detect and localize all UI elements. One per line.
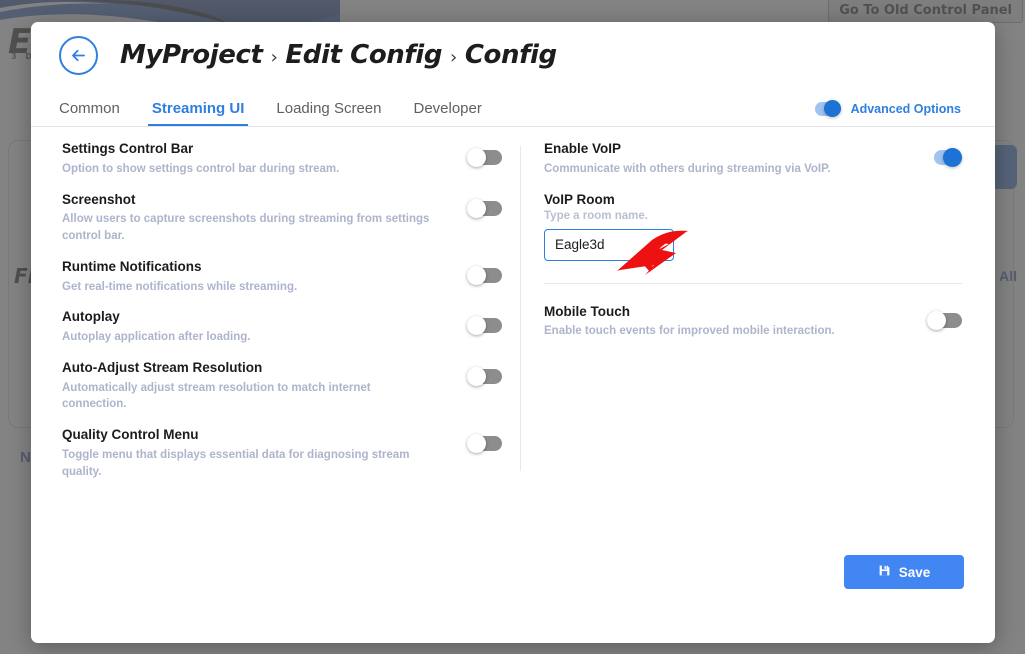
setting-description: Get real-time notifications while stream…	[62, 279, 297, 296]
floppy-disk-icon	[878, 564, 891, 580]
setting-description: Autoplay application after loading.	[62, 329, 251, 346]
tab-streaming-ui[interactable]: Streaming UI	[152, 100, 245, 126]
toggle-knob	[467, 148, 486, 167]
section-divider	[544, 283, 962, 284]
setting-settings-control-bar: Settings Control Bar Option to show sett…	[62, 141, 502, 178]
breadcrumb-item-config: Config	[465, 40, 557, 70]
modal-body: Settings Control Bar Option to show sett…	[31, 127, 995, 608]
breadcrumb-item-edit-config[interactable]: Edit Config	[285, 40, 442, 70]
setting-screenshot: Screenshot Allow users to capture screen…	[62, 192, 502, 245]
advanced-options-toggle[interactable]	[809, 101, 842, 117]
setting-description: Allow users to capture screenshots durin…	[62, 211, 437, 244]
setting-description: Toggle menu that displays essential data…	[62, 447, 437, 480]
screenshot-toggle[interactable]	[467, 200, 502, 217]
setting-title: Auto-Adjust Stream Resolution	[62, 360, 437, 377]
modal-footer: Save	[31, 547, 995, 643]
arrow-left-icon	[69, 46, 88, 65]
setting-title: Mobile Touch	[544, 304, 835, 321]
advanced-options-control[interactable]: Advanced Options	[809, 101, 961, 117]
setting-description: Communicate with others during streaming…	[544, 161, 831, 178]
save-button[interactable]: Save	[844, 555, 964, 589]
left-settings-column: Settings Control Bar Option to show sett…	[62, 141, 502, 494]
settings-control-bar-toggle[interactable]	[467, 149, 502, 166]
back-button[interactable]	[59, 36, 98, 75]
setting-title: Autoplay	[62, 309, 251, 326]
setting-autoplay: Autoplay Autoplay application after load…	[62, 309, 502, 346]
setting-auto-adjust-stream-resolution: Auto-Adjust Stream Resolution Automatica…	[62, 360, 502, 413]
toggle-knob	[467, 199, 486, 218]
save-button-label: Save	[899, 565, 931, 580]
setting-enable-voip: Enable VoIP Communicate with others duri…	[544, 141, 962, 178]
toggle-knob	[927, 311, 946, 330]
setting-title: Screenshot	[62, 192, 437, 209]
setting-title: Runtime Notifications	[62, 259, 297, 276]
tab-developer[interactable]: Developer	[413, 100, 481, 126]
enable-voip-toggle[interactable]	[927, 149, 962, 166]
setting-title: Enable VoIP	[544, 141, 831, 158]
voip-room-label: VoIP Room	[544, 192, 962, 207]
right-settings-column: Enable VoIP Communicate with others duri…	[544, 141, 962, 354]
modal-header: MyProject › Edit Config › Config	[31, 22, 995, 88]
edit-config-modal: MyProject › Edit Config › Config Common …	[31, 22, 995, 643]
tab-bar: Common Streaming UI Loading Screen Devel…	[31, 88, 995, 127]
breadcrumb: MyProject › Edit Config › Config	[120, 40, 557, 70]
voip-room-hint: Type a room name.	[544, 210, 962, 222]
mobile-touch-toggle[interactable]	[927, 312, 962, 329]
quality-control-menu-toggle[interactable]	[467, 435, 502, 452]
setting-title: Settings Control Bar	[62, 141, 339, 158]
auto-adjust-stream-resolution-toggle[interactable]	[467, 368, 502, 385]
setting-description: Option to show settings control bar duri…	[62, 161, 339, 178]
tab-loading-screen[interactable]: Loading Screen	[276, 100, 381, 126]
breadcrumb-item-project[interactable]: MyProject	[120, 40, 263, 70]
toggle-knob	[943, 148, 962, 167]
toggle-knob	[467, 266, 486, 285]
setting-description: Enable touch events for improved mobile …	[544, 323, 835, 340]
column-divider	[520, 146, 521, 471]
setting-runtime-notifications: Runtime Notifications Get real-time noti…	[62, 259, 502, 296]
toggle-knob	[824, 100, 841, 117]
toggle-knob	[467, 434, 486, 453]
voip-room-field: VoIP Room Type a room name.	[544, 192, 962, 261]
voip-room-input[interactable]	[544, 229, 674, 261]
setting-description: Automatically adjust stream resolution t…	[62, 380, 437, 413]
breadcrumb-separator-icon: ›	[271, 47, 278, 68]
tab-common[interactable]: Common	[59, 100, 120, 126]
runtime-notifications-toggle[interactable]	[467, 267, 502, 284]
setting-quality-control-menu: Quality Control Menu Toggle menu that di…	[62, 427, 502, 480]
breadcrumb-separator-icon: ›	[450, 47, 457, 68]
toggle-knob	[467, 367, 486, 386]
advanced-options-label: Advanced Options	[851, 102, 961, 116]
setting-mobile-touch: Mobile Touch Enable touch events for imp…	[544, 304, 962, 341]
setting-title: Quality Control Menu	[62, 427, 437, 444]
autoplay-toggle[interactable]	[467, 317, 502, 334]
